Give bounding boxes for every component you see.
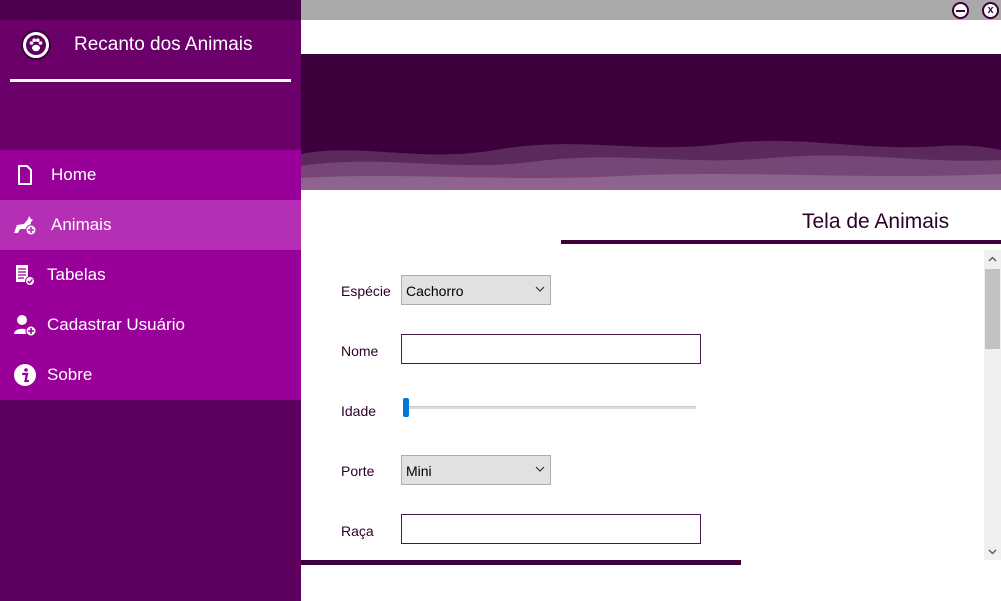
sidebar-item-label: Animais — [51, 215, 112, 234]
scroll-up-button[interactable] — [984, 250, 1001, 267]
minimize-button[interactable] — [952, 2, 969, 19]
document-icon — [12, 163, 38, 187]
especie-value: Cachorro — [406, 283, 464, 299]
banner-wave — [301, 140, 1001, 190]
brand-header: Recanto dos Animais — [0, 20, 301, 150]
scroll-thumb[interactable] — [985, 269, 1000, 349]
especie-select[interactable]: Cachorro — [401, 275, 551, 305]
paw-logo-icon — [21, 30, 51, 60]
header-banner — [301, 54, 1001, 190]
porte-value: Mini — [406, 463, 432, 479]
sidebar-item-label: Tabelas — [47, 265, 106, 284]
form-bottom-line — [301, 560, 741, 565]
sidebar-top-strip — [0, 0, 301, 20]
chevron-down-icon — [535, 466, 545, 472]
sidebar-item-label: Sobre — [47, 365, 93, 384]
brand-divider — [10, 79, 291, 82]
scroll-down-button[interactable] — [984, 543, 1001, 560]
title-underline — [561, 240, 1001, 244]
raca-input[interactable] — [401, 514, 701, 544]
sidebar-item-label: Home — [51, 165, 97, 184]
user-add-icon — [12, 313, 38, 337]
sidebar: Recanto dos Animais Home Animais Tabelas… — [0, 0, 301, 601]
info-icon — [12, 363, 38, 387]
chevron-down-icon — [988, 549, 997, 554]
dog-add-icon — [12, 213, 38, 237]
sidebar-item-label: Cadastrar Usuário — [47, 315, 185, 334]
vertical-scrollbar[interactable] — [984, 250, 1001, 560]
idade-label: Idade — [341, 403, 377, 419]
sidebar-item-tabelas[interactable]: Tabelas — [0, 250, 301, 300]
screen-title: Tela de Animais — [802, 210, 950, 233]
sidebar-item-cadastrar-usuario[interactable]: Cadastrar Usuário — [0, 300, 301, 350]
minimize-icon — [956, 9, 965, 12]
porte-label: Porte — [341, 463, 375, 479]
app-title: Recanto dos Animais — [74, 34, 253, 55]
porte-select[interactable]: Mini — [401, 455, 551, 485]
idade-slider-track[interactable] — [405, 406, 696, 409]
sidebar-menu: Home Animais Tabelas Cadastrar Usuário S… — [0, 150, 301, 400]
nome-label: Nome — [341, 343, 379, 359]
chevron-up-icon — [988, 256, 997, 261]
chevron-down-icon — [535, 286, 545, 292]
especie-label: Espécie — [341, 283, 391, 299]
sidebar-item-animais[interactable]: Animais — [0, 200, 301, 250]
raca-label: Raça — [341, 523, 374, 539]
sidebar-item-home[interactable]: Home — [0, 150, 301, 200]
close-button[interactable]: x — [982, 2, 999, 19]
window-titlebar: x — [301, 0, 1001, 20]
table-check-icon — [12, 263, 38, 287]
idade-slider-thumb[interactable] — [403, 398, 409, 417]
nome-input[interactable] — [401, 334, 701, 364]
sidebar-item-sobre[interactable]: Sobre — [0, 350, 301, 400]
